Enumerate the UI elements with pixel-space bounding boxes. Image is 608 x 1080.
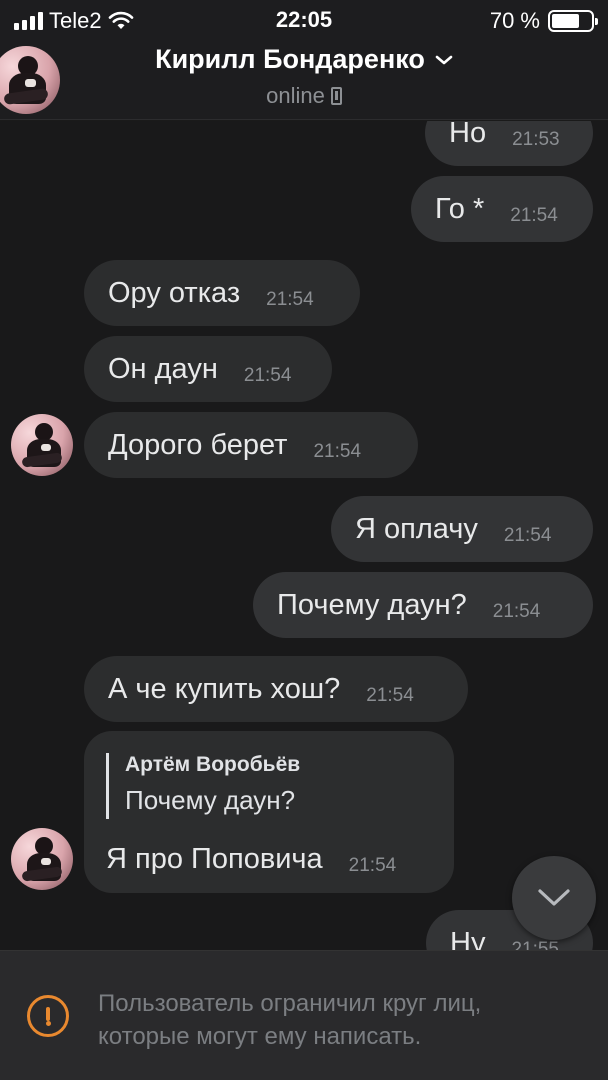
status-bar: Tele2 22:05 70 % <box>0 0 608 40</box>
message-time: 21:54 <box>503 525 552 546</box>
chevron-down-icon <box>435 55 453 64</box>
sender-avatar[interactable] <box>11 414 73 476</box>
battery-fill <box>552 14 579 28</box>
message-text: А че купить хош? <box>108 672 341 705</box>
contact-status: online <box>0 83 608 109</box>
quoted-author: Артём Воробьёв <box>125 753 301 776</box>
message-bubble[interactable]: Ору отказ 21:54 <box>84 260 360 326</box>
reply-content: Я про Поповича 21:54 <box>106 841 396 877</box>
message-text: Ну <box>450 926 486 951</box>
restriction-notice: Пользователь ограничил круг лиц, которые… <box>98 990 482 1050</box>
battery-percent: 70 % <box>489 8 540 33</box>
warning-icon <box>27 995 69 1037</box>
mobile-phone-icon <box>330 87 342 105</box>
reply-message-bubble[interactable]: Артём Воробьёв Почему даун? Я про Попови… <box>84 731 454 893</box>
message-bubble[interactable]: Я оплачу 21:54 <box>331 496 593 562</box>
message-list[interactable]: Но 21:53 Го * 21:54 Ору отказ 21:54 Он д… <box>0 121 608 950</box>
message-time: 21:54 <box>492 601 541 622</box>
contact-name[interactable]: Кирилл Бондаренко <box>155 44 453 75</box>
message-text: Дорого берет <box>108 428 288 461</box>
chat-title-area[interactable]: Кирилл Бондаренко online <box>0 44 608 109</box>
battery-icon <box>548 10 598 32</box>
message-text: Го * <box>435 192 485 225</box>
message-time: 21:54 <box>348 855 397 876</box>
message-bubble[interactable]: Дорого берет 21:54 <box>84 412 418 478</box>
sender-avatar[interactable] <box>11 828 73 890</box>
message-text: Почему даун? <box>277 588 467 621</box>
chevron-down-icon <box>538 889 570 906</box>
message-text: Но <box>449 121 487 149</box>
restriction-banner: Пользователь ограничил круг лиц, которые… <box>0 950 608 1080</box>
message-time: 21:53 <box>512 129 560 150</box>
message-text: Он даун <box>108 352 218 385</box>
message-time: 21:54 <box>266 289 314 310</box>
online-status: online <box>266 83 325 108</box>
quoted-text: Почему даун? <box>125 785 296 815</box>
message-time: 21:54 <box>243 365 292 386</box>
message-time: 21:54 <box>366 685 414 706</box>
message-bubble[interactable]: Но 21:53 <box>425 121 593 166</box>
message-text: Ору отказ <box>108 276 241 309</box>
message-bubble[interactable]: А че купить хош? 21:54 <box>84 656 468 722</box>
message-bubble[interactable]: Он даун 21:54 <box>84 336 332 402</box>
quoted-message[interactable]: Артём Воробьёв Почему даун? <box>106 753 300 819</box>
message-bubble[interactable]: Го * 21:54 <box>411 176 593 242</box>
status-right: 70 % <box>489 8 598 34</box>
message-text: Я про Поповича <box>106 842 323 875</box>
message-bubble[interactable]: Почему даун? 21:54 <box>253 572 593 638</box>
message-time: 21:54 <box>313 441 362 462</box>
chat-header: Кирилл Бондаренко online <box>0 40 608 120</box>
message-time: 21:54 <box>510 205 558 226</box>
message-text: Я оплачу <box>355 512 478 545</box>
contact-name-label: Кирилл Бондаренко <box>155 44 425 74</box>
message-time: 21:55 <box>511 939 559 950</box>
scroll-to-bottom-button[interactable] <box>512 856 596 940</box>
